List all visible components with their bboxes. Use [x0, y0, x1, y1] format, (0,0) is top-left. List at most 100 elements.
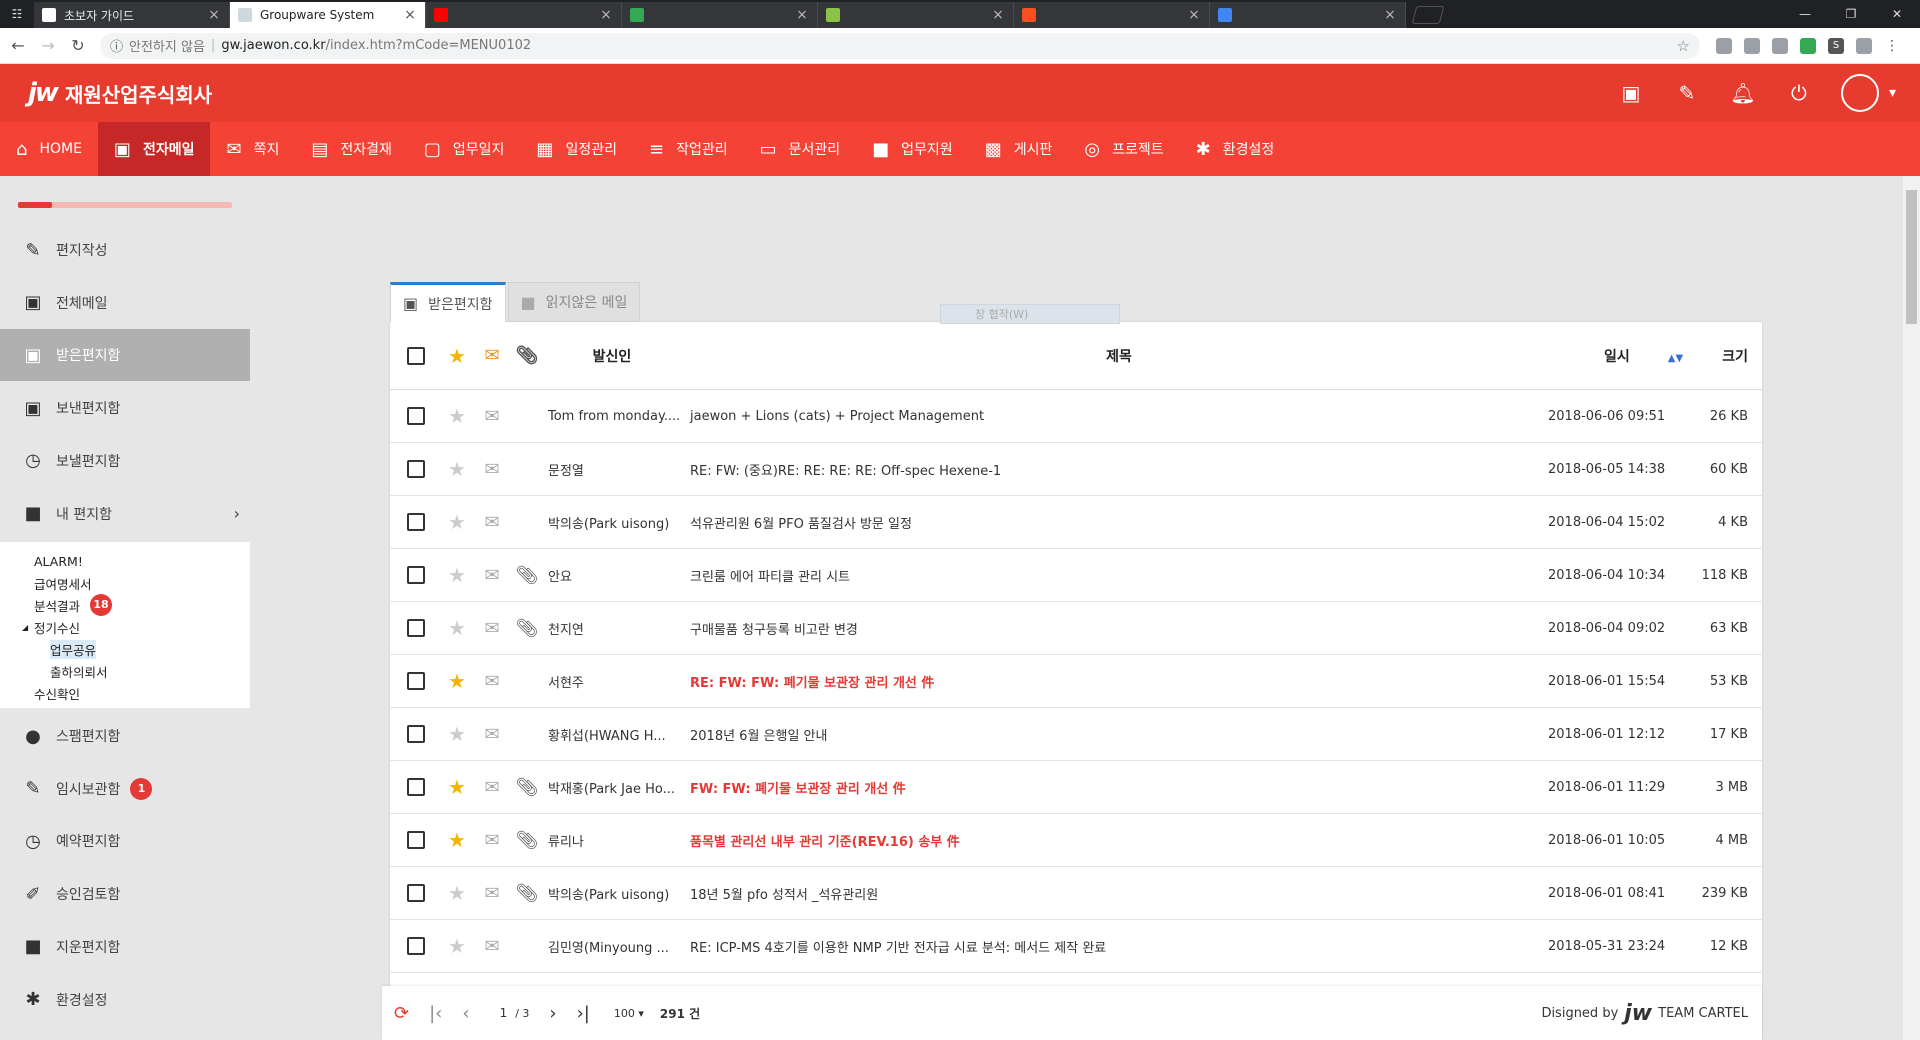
subject-link[interactable]: FW: FW: 폐기물 보관장 관리 개선 件 — [682, 778, 1548, 797]
tree-node[interactable]: 출하의뢰서 — [22, 660, 250, 682]
close-tab-icon[interactable]: × — [207, 7, 221, 23]
per-page-select[interactable]: 100 ▾ — [614, 1007, 644, 1020]
menu-item-7[interactable]: ▭ 문서관리 — [744, 122, 857, 176]
browser-tab[interactable]: 초보자 가이드 × — [34, 2, 230, 28]
table-row[interactable]: ★ ✉ 📎︎ 박의송(Park uisong) 18년 5월 pfo 성적서 _석유관리… — [390, 867, 1762, 920]
caret-icon[interactable]: ◢ — [22, 623, 28, 632]
row-checkbox[interactable] — [407, 619, 425, 637]
sidebar-item[interactable]: ✎ 임시보관함 1 — [0, 763, 250, 815]
select-all-checkbox[interactable] — [407, 346, 425, 365]
close-tab-icon[interactable]: × — [1187, 7, 1201, 23]
subject-link[interactable]: RE: FW: FW: 폐기물 보관장 관리 개선 件 — [682, 672, 1548, 691]
menu-item-1[interactable]: ▣ 전자메일 — [97, 122, 211, 176]
menu-item-6[interactable]: ≡ 작업관리 — [633, 122, 744, 176]
extension-icon[interactable] — [1744, 37, 1760, 54]
close-tab-icon[interactable]: × — [1383, 7, 1397, 23]
chevron-right-icon[interactable]: › — [234, 504, 240, 523]
bookmark-star-icon[interactable]: ☆ — [1677, 37, 1690, 55]
column-subject[interactable]: 제목 — [682, 346, 1548, 366]
sidebar-item[interactable]: ◷ 보낼편지함 — [0, 435, 250, 487]
star-icon[interactable]: ★ — [442, 881, 472, 905]
menu-item-9[interactable]: ▩ 게시판 — [969, 122, 1069, 176]
close-tab-icon[interactable]: × — [599, 7, 613, 23]
sidebar-item[interactable]: ▣ 보낸편지함 — [0, 382, 250, 434]
extension-icon[interactable] — [1772, 37, 1788, 54]
back-icon[interactable]: ← — [6, 36, 30, 55]
sidebar-item[interactable]: ✎ 편지작성 — [0, 224, 250, 276]
sidebar-item[interactable]: ◷ 예약편지함 — [0, 815, 250, 867]
tree-node[interactable]: ◢ 정기수신 — [22, 616, 250, 638]
sidebar-item[interactable]: ✐ 승인검토함 — [0, 868, 250, 920]
row-checkbox[interactable] — [407, 778, 425, 796]
sender[interactable]: Tom from monday.... — [542, 409, 682, 424]
power-icon[interactable]: ⏻ — [1771, 81, 1827, 105]
menu-item-11[interactable]: ✱ 환경설정 — [1180, 122, 1291, 176]
browser-tab[interactable]: × — [1210, 2, 1406, 28]
menu-item-0[interactable]: ⌂ HOME — [0, 122, 98, 176]
sender[interactable]: 문정열 — [542, 460, 682, 479]
row-checkbox[interactable] — [407, 831, 425, 849]
sidebar-item[interactable]: ● 스팸편지함 — [0, 710, 250, 762]
restore-icon[interactable]: ❐ — [1828, 0, 1874, 28]
subject-link[interactable]: 크린룸 에어 파티클 관리 시트 — [682, 566, 1548, 585]
browser-tab[interactable]: × — [622, 2, 818, 28]
sender[interactable]: 안요 — [542, 566, 682, 585]
menu-item-8[interactable]: ■ 업무지원 — [856, 122, 969, 176]
table-row[interactable]: ★ ✉ 황휘섭(HWANG H... 2018년 6월 은행일 안내 2018-06-0… — [390, 708, 1762, 761]
sender[interactable]: 김민영(Minyoung ... — [542, 937, 682, 956]
star-icon[interactable]: ★ — [442, 616, 472, 640]
tree-node[interactable]: 수신확인 — [22, 682, 250, 704]
page-scrollbar[interactable] — [1903, 176, 1920, 1040]
subject-link[interactable]: RE: FW: (중요)RE: RE: RE: RE: Off-spec Hex… — [682, 460, 1548, 479]
subject-link[interactable]: 석유관리원 6월 PFO 품질검사 방문 일정 — [682, 513, 1548, 532]
row-checkbox[interactable] — [407, 407, 425, 425]
column-size[interactable]: 크기 — [1692, 346, 1762, 366]
sort-icon[interactable]: ▲▼ — [1668, 353, 1683, 364]
browser-tab[interactable]: Groupware System × — [230, 2, 426, 28]
star-icon[interactable]: ★ — [442, 404, 472, 428]
star-icon[interactable]: ★ — [442, 934, 472, 958]
minimize-icon[interactable]: — — [1782, 0, 1828, 28]
table-row[interactable]: ★ ✉ 서현주 RE: FW: FW: 폐기물 보관장 관리 개선 件 2018-06-… — [390, 655, 1762, 708]
star-icon[interactable]: ★ — [442, 510, 472, 534]
forward-icon[interactable]: → — [36, 36, 60, 55]
subject-link[interactable]: 구매물품 청구등록 비고란 변경 — [682, 619, 1548, 638]
url-field[interactable]: ⓘ 안전하지 않음 | gw.jaewon.co.kr /index.htm?m… — [100, 32, 1700, 59]
tab-inbox[interactable]: ▣ 받은편지함 — [390, 282, 506, 322]
row-checkbox[interactable] — [407, 566, 425, 584]
scrollbar-thumb[interactable] — [1906, 190, 1917, 324]
sidebar-item[interactable]: ▣ 받은편지함 — [0, 329, 250, 382]
table-row[interactable]: ★ ✉ 박의송(Park uisong) 석유관리원 6월 PFO 품질검사 방문 일… — [390, 496, 1762, 549]
sidebar-item[interactable]: ■ 지운편지함 — [0, 921, 250, 973]
subject-link[interactable]: 18년 5월 pfo 성적서 _석유관리원 — [682, 884, 1548, 903]
star-icon[interactable]: ★ — [442, 563, 472, 587]
contacts-icon[interactable]: ▣ — [1603, 81, 1659, 105]
last-page-icon[interactable]: ›| — [577, 1003, 590, 1024]
sender[interactable]: 류리나 — [542, 831, 682, 850]
star-icon[interactable]: ★ — [442, 722, 472, 746]
attachment-filter-icon[interactable]: 📎︎ — [512, 345, 542, 366]
column-date[interactable]: 일시 ▲▼ — [1548, 346, 1692, 366]
tree-node[interactable]: 업무공유 — [22, 638, 250, 660]
star-icon[interactable]: ★ — [442, 828, 472, 852]
browser-tab[interactable]: × — [1014, 2, 1210, 28]
envelope-filter-icon[interactable]: ✉ — [472, 345, 512, 366]
table-row[interactable]: ★ ✉ 📎︎ 박재홍(Park Jae Ho... FW: FW: 폐기물 보관장 관리… — [390, 761, 1762, 814]
menu-item-4[interactable]: ▢ 업무일지 — [408, 122, 521, 176]
next-page-icon[interactable]: › — [549, 1003, 556, 1024]
table-row[interactable]: ★ ✉ 📎︎ 류리나 품목별 관리선 내부 관리 기준(REV.16) 송부 件 2018… — [390, 814, 1762, 867]
pencil-icon[interactable]: ✎ — [1659, 81, 1715, 105]
row-checkbox[interactable] — [407, 513, 425, 531]
subject-link[interactable]: RE: ICP-MS 4호기를 이용한 NMP 기반 전자급 시료 분석: 메서… — [682, 937, 1548, 956]
column-from[interactable]: 발신인 — [542, 346, 682, 366]
table-row[interactable]: ★ ✉ 📎︎ 안요 크린룸 에어 파티클 관리 시트 2018-06-04 10:34 11… — [390, 549, 1762, 602]
star-icon[interactable]: ★ — [442, 669, 472, 693]
new-tab-button[interactable] — [1411, 6, 1445, 24]
row-checkbox[interactable] — [407, 672, 425, 690]
menu-item-3[interactable]: ▤ 전자결재 — [295, 122, 408, 176]
prev-page-icon[interactable]: ‹ — [462, 1003, 469, 1024]
browser-tab[interactable]: × — [818, 2, 1014, 28]
close-tab-icon[interactable]: × — [795, 7, 809, 23]
star-icon[interactable]: ★ — [442, 457, 472, 481]
row-checkbox[interactable] — [407, 460, 425, 478]
